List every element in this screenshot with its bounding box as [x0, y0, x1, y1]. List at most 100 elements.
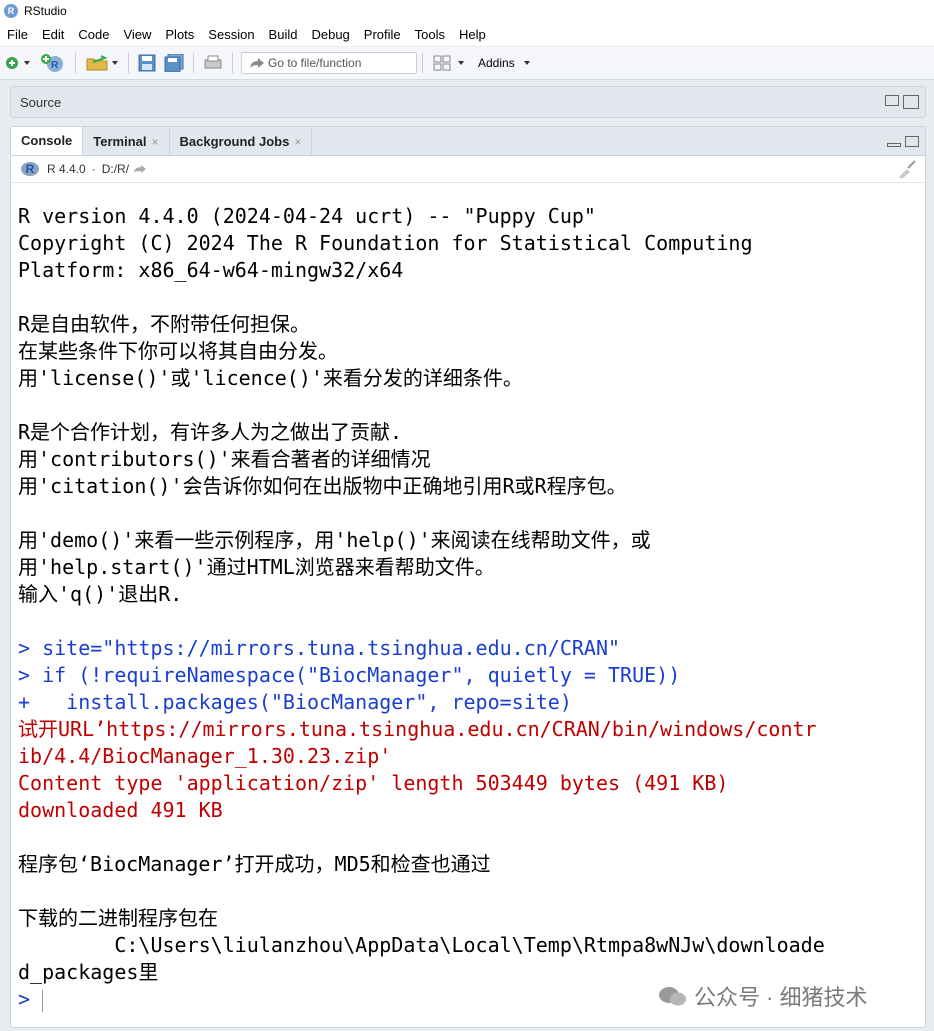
goto-file-function-input[interactable]: Go to file/function [241, 52, 417, 74]
console-line: R是自由软件，不附带任何担保。 [18, 312, 311, 336]
console-line: R version 4.4.0 (2024-04-24 ucrt) -- "Pu… [18, 204, 596, 228]
console-line: 用'demo()'来看一些示例程序，用'help()'来阅读在线帮助文件，或 [18, 528, 651, 552]
minimize-pane-icon[interactable] [887, 142, 901, 147]
watermark: 公众号 · 细猪技术 [658, 980, 868, 1012]
save-button[interactable] [136, 52, 158, 74]
new-project-button[interactable]: R [38, 52, 68, 74]
console-info-bar: R R 4.4.0 · D:/R/ [11, 156, 925, 183]
addins-button[interactable]: Addins [476, 52, 537, 74]
chevron-down-icon [523, 61, 530, 65]
save-all-icon [164, 54, 184, 72]
console-line: > if (!requireNamespace("BiocManager", q… [18, 663, 681, 687]
maximize-pane-icon[interactable] [903, 95, 919, 109]
tab-console[interactable]: Console [11, 127, 84, 155]
new-file-button[interactable] [2, 52, 34, 74]
tab-console-label: Console [21, 132, 73, 148]
console-line: 下载的二进制程序包在 [18, 906, 218, 930]
menu-build[interactable]: Build [262, 27, 305, 42]
r-version: R 4.4.0 [47, 162, 86, 176]
console-line: downloaded 491 KB [18, 798, 223, 822]
console-line: 用'help.start()'通过HTML浏览器来看帮助文件。 [18, 555, 495, 579]
console-line: R是个合作计划，有许多人为之做出了贡献. [18, 420, 403, 444]
toolbar-separator [75, 53, 76, 73]
menu-bar: File Edit Code View Plots Session Build … [0, 22, 934, 46]
console-line: 用'contributors()'来看合著者的详细情况 [18, 447, 431, 471]
open-file-button[interactable] [83, 52, 121, 74]
console-line: Platform: x86_64-w64-mingw32/x64 [18, 258, 404, 282]
console-line: + install.packages("BiocManager", repo=s… [18, 690, 572, 714]
tab-background-jobs[interactable]: Background Jobs × [170, 128, 313, 155]
print-button[interactable] [201, 52, 225, 74]
menu-session[interactable]: Session [201, 27, 261, 42]
save-all-button[interactable] [162, 52, 186, 74]
rstudio-logo-icon: R [4, 4, 18, 18]
console-line: 输入'q()'退出R. [18, 582, 183, 606]
console-pane: Console Terminal × Background Jobs × R R… [10, 126, 926, 1028]
open-folder-icon [86, 55, 118, 71]
tab-terminal-label: Terminal [93, 134, 147, 149]
info-separator: · [91, 162, 96, 176]
watermark-text: 公众号 · 细猪技术 [694, 985, 868, 1010]
menu-edit[interactable]: Edit [35, 27, 71, 42]
restore-pane-icon[interactable] [905, 135, 919, 147]
menu-help[interactable]: Help [452, 27, 493, 42]
new-file-icon [6, 57, 30, 69]
grid-layout-icon [433, 55, 464, 71]
menu-code[interactable]: Code [71, 27, 116, 42]
title-bar: R RStudio [0, 0, 934, 22]
save-icon [138, 54, 156, 72]
console-line: Content type 'application/zip' length 50… [18, 771, 729, 795]
tab-background-jobs-label: Background Jobs [179, 134, 290, 149]
clear-console-icon[interactable] [895, 159, 919, 179]
menu-plots[interactable]: Plots [158, 27, 201, 42]
console-line: 用'license()'或'licence()'来看分发的详细条件。 [18, 366, 523, 390]
console-pane-controls [887, 135, 919, 147]
console-tab-bar: Console Terminal × Background Jobs × [11, 127, 925, 156]
goto-placeholder: Go to file/function [268, 56, 362, 70]
source-pane: Source [10, 86, 926, 118]
menu-debug[interactable]: Debug [304, 27, 356, 42]
console-line: 试开URL’https://mirrors.tuna.tsinghua.edu.… [18, 717, 817, 741]
menu-file[interactable]: File [0, 27, 35, 42]
source-pane-controls [885, 95, 919, 109]
menu-view[interactable]: View [116, 27, 158, 42]
wechat-logo-icon [659, 987, 686, 1006]
print-icon [204, 55, 222, 69]
console-line: Copyright (C) 2024 The R Foundation for … [18, 231, 753, 255]
close-icon[interactable]: × [152, 135, 159, 149]
window-title: RStudio [24, 4, 67, 18]
close-icon[interactable]: × [294, 135, 301, 149]
restore-pane-icon[interactable] [885, 95, 899, 106]
console-line: ib/4.4/BiocManager_1.30.23.zip' [18, 744, 392, 768]
source-pane-label: Source [20, 94, 62, 110]
menu-profile[interactable]: Profile [357, 27, 408, 42]
console-line: 程序包‘BiocManager’打开成功，MD5和检查也通过 [18, 852, 491, 876]
text-cursor [42, 989, 44, 1012]
toolbar-separator [193, 53, 194, 73]
addins-label: Addins [478, 56, 515, 70]
tab-terminal[interactable]: Terminal × [83, 128, 170, 155]
go-to-directory-icon[interactable] [132, 163, 150, 175]
toolbar-separator [422, 53, 423, 73]
console-line: C:\Users\liulanzhou\AppData\Local\Temp\R… [18, 933, 825, 957]
console-line: 用'citation()'会告诉你如何在出版物中正确地引用R或R程序包。 [18, 474, 627, 498]
toolbar-separator [232, 53, 233, 73]
working-directory[interactable]: D:/R/ [102, 162, 129, 176]
main-toolbar: R Go to file/function Addins [0, 47, 934, 80]
r-logo-icon: R [21, 162, 39, 176]
svg-text:R: R [51, 60, 59, 71]
new-project-icon: R [41, 54, 63, 72]
menu-tools[interactable]: Tools [408, 27, 452, 42]
toolbar-separator [128, 53, 129, 73]
goto-arrow-icon [250, 58, 264, 68]
workspace-panes-button[interactable] [430, 52, 468, 74]
console-line: 在某些条件下你可以将其自由分发。 [18, 339, 338, 363]
console-output[interactable]: R version 4.4.0 (2024-04-24 ucrt) -- "Pu… [11, 183, 925, 1013]
console-line: > site="https://mirrors.tuna.tsinghua.ed… [18, 636, 621, 660]
